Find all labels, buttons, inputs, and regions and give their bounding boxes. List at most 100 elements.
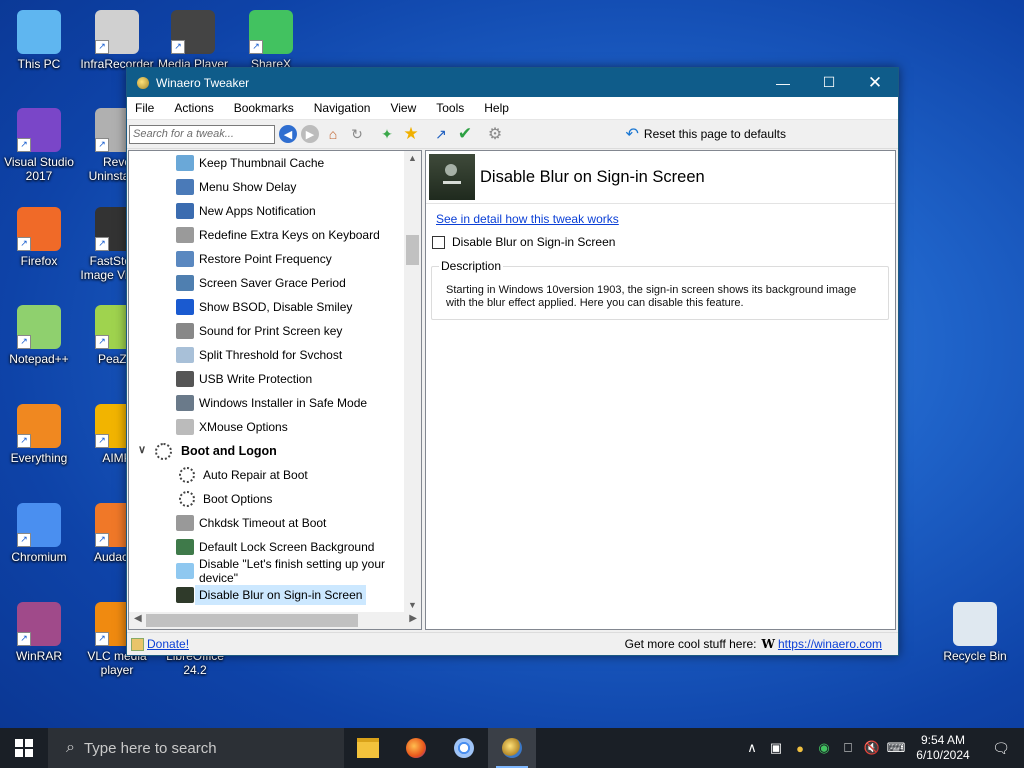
donate-link[interactable]: Donate! <box>131 637 189 651</box>
tree-item-label[interactable]: Redefine Extra Keys on Keyboard <box>199 228 380 242</box>
menu-help[interactable]: Help <box>478 101 515 115</box>
hscroll-thumb[interactable] <box>146 614 358 627</box>
tree-item-label[interactable]: Boot Options <box>203 492 272 506</box>
menu-view[interactable]: View <box>384 101 422 115</box>
desktop-icon-everything[interactable]: ↗ Everything <box>1 404 77 465</box>
tray-app-icon[interactable]: ▣ <box>764 740 788 756</box>
menu-actions[interactable]: Actions <box>168 101 219 115</box>
tree-item[interactable]: Windows Installer in Safe Mode <box>129 391 404 415</box>
tree-item[interactable]: Auto Repair at Boot <box>129 463 404 487</box>
desktop-icon-chromium[interactable]: ↗ Chromium <box>1 503 77 564</box>
tree-horizontal-scrollbar[interactable]: ◀ ▶ <box>129 612 421 629</box>
add-bookmark-icon[interactable]: ✦ <box>377 124 397 144</box>
tree-item[interactable]: Disable Blur on Sign-in Screen <box>129 583 404 607</box>
tree-item-label[interactable]: Menu Show Delay <box>199 180 296 194</box>
close-button[interactable]: ✕ <box>852 68 898 97</box>
tree-item[interactable]: Keep Thumbnail Cache <box>129 151 404 175</box>
desktop-icon-media-player[interactable]: ↗ Media Player <box>155 10 231 71</box>
menu-file[interactable]: File <box>129 101 160 115</box>
menu-navigation[interactable]: Navigation <box>308 101 377 115</box>
tree-item-label[interactable]: XMouse Options <box>199 420 288 434</box>
tree-category[interactable]: ∨ Boot and Logon <box>129 439 404 463</box>
forward-icon[interactable]: ▶ <box>301 125 319 143</box>
tree-item-label[interactable]: Windows Installer in Safe Mode <box>199 396 367 410</box>
tree-item[interactable]: Show BSOD, Disable Smiley <box>129 295 404 319</box>
tree-item[interactable]: USB Write Protection <box>129 367 404 391</box>
input-indicator-icon[interactable]: ⌨ <box>884 740 908 756</box>
tree-item-label[interactable]: Boot and Logon <box>181 444 277 458</box>
minimize-button[interactable]: — <box>760 68 806 97</box>
donate-label[interactable]: Donate! <box>147 637 189 651</box>
show-hidden-icons-chevron-icon[interactable]: ∧ <box>740 740 764 756</box>
maximize-button[interactable]: ☐ <box>806 68 852 97</box>
tree-item[interactable]: Redefine Extra Keys on Keyboard <box>129 223 404 247</box>
menu-tools[interactable]: Tools <box>430 101 470 115</box>
tree-item-label[interactable]: New Apps Notification <box>199 204 316 218</box>
reset-page-button[interactable]: ↶ Reset this page to defaults <box>626 124 787 144</box>
scroll-thumb[interactable] <box>406 235 419 265</box>
tweak-tree[interactable]: Keep Thumbnail Cache Menu Show Delay New A… <box>128 150 422 630</box>
tree-item[interactable]: Disable "Let's finish setting up your de… <box>129 557 404 585</box>
tree-item-label[interactable]: USB Write Protection <box>199 372 312 386</box>
tree-item-label[interactable]: Screen Saver Grace Period <box>199 276 346 290</box>
scroll-up-icon[interactable]: ▲ <box>404 153 421 163</box>
title-bar[interactable]: Winaero Tweaker — ☐ ✕ <box>127 68 898 97</box>
scroll-right-icon[interactable]: ▶ <box>409 613 417 624</box>
settings-gear-icon[interactable]: ⚙ <box>485 124 505 144</box>
shortcut-icon[interactable]: ↗ <box>431 124 451 144</box>
winaero-link[interactable]: https://winaero.com <box>778 637 882 651</box>
taskbar-file-explorer[interactable] <box>344 728 392 768</box>
menu-bookmarks[interactable]: Bookmarks <box>228 101 300 115</box>
tree-item-label[interactable]: Sound for Print Screen key <box>199 324 342 338</box>
back-icon[interactable]: ◀ <box>279 125 297 143</box>
tree-item[interactable]: XMouse Options <box>129 415 404 439</box>
tree-item[interactable]: Sound for Print Screen key <box>129 319 404 343</box>
network-icon[interactable]: ⎕ <box>836 740 860 756</box>
details-link[interactable]: See in detail how this tweak works <box>436 212 619 226</box>
notification-center-icon[interactable]: 🗨 <box>978 740 1024 757</box>
clock[interactable]: 9:54 AM 6/10/2024 <box>908 733 978 763</box>
checkbox-box[interactable] <box>432 235 445 249</box>
tree-item[interactable]: Chkdsk Timeout at Boot <box>129 511 404 535</box>
chevron-down-icon[interactable]: ∨ <box>138 443 146 456</box>
disable-blur-checkbox[interactable]: Disable Blur on Sign-in Screen <box>432 235 615 249</box>
taskbar-chromium[interactable] <box>440 728 488 768</box>
bookmarks-star-icon[interactable]: ★ <box>401 124 421 144</box>
tree-vertical-scrollbar[interactable]: ▲ ▼ <box>404 151 421 612</box>
taskbar-search-box[interactable]: ⌕ Type here to search <box>48 728 344 768</box>
taskbar-firefox[interactable] <box>392 728 440 768</box>
desktop-icon-this-pc[interactable]: This PC <box>1 10 77 71</box>
tree-item[interactable]: Split Threshold for Svchost <box>129 343 404 367</box>
tree-item-label[interactable]: Split Threshold for Svchost <box>199 348 342 362</box>
desktop-icon-recycle-bin[interactable]: Recycle Bin <box>937 602 1013 663</box>
tree-item-label[interactable]: Auto Repair at Boot <box>203 468 308 482</box>
tree-item-label[interactable]: Keep Thumbnail Cache <box>199 156 324 170</box>
scroll-left-icon[interactable]: ◀ <box>134 613 142 624</box>
desktop-icon-notepad-[interactable]: ↗ Notepad++ <box>1 305 77 366</box>
tree-item[interactable]: Boot Options <box>129 487 404 511</box>
tree-item[interactable]: Menu Show Delay <box>129 175 404 199</box>
tree-item[interactable]: Restore Point Frequency <box>129 247 404 271</box>
scroll-down-icon[interactable]: ▼ <box>404 600 421 610</box>
refresh-icon[interactable]: ↻ <box>347 124 367 144</box>
tray-sharex-icon[interactable]: ◉ <box>812 740 836 756</box>
volume-muted-icon[interactable]: 🔇 <box>860 740 884 756</box>
tree-item-label[interactable]: Default Lock Screen Background <box>199 540 374 554</box>
checkbox-label[interactable]: Disable Blur on Sign-in Screen <box>452 235 615 249</box>
desktop-icon-visual-studio-2017[interactable]: ↗ Visual Studio 2017 <box>1 108 77 183</box>
tree-item-label[interactable]: Chkdsk Timeout at Boot <box>199 516 326 530</box>
desktop-icon-firefox[interactable]: ↗ Firefox <box>1 207 77 268</box>
apply-check-icon[interactable]: ✔ <box>455 124 475 144</box>
tree-item-label[interactable]: Restore Point Frequency <box>199 252 332 266</box>
home-icon[interactable]: ⌂ <box>323 124 343 144</box>
search-input[interactable]: Search for a tweak... <box>129 124 275 144</box>
desktop-icon-infrarecorder[interactable]: ↗ InfraRecorder <box>79 10 155 71</box>
tree-item-label[interactable]: Show BSOD, Disable Smiley <box>199 300 352 314</box>
tree-item-label[interactable]: Disable "Let's finish setting up your de… <box>199 557 404 585</box>
taskbar-winaero-tweaker[interactable] <box>488 728 536 768</box>
desktop-icon-sharex[interactable]: ↗ ShareX <box>233 10 309 71</box>
tray-chrome-icon[interactable]: ● <box>788 741 812 756</box>
tree-item[interactable]: Screen Saver Grace Period <box>129 271 404 295</box>
desktop-icon-winrar[interactable]: ↗ WinRAR <box>1 602 77 663</box>
tree-item[interactable]: Default Lock Screen Background <box>129 535 404 559</box>
